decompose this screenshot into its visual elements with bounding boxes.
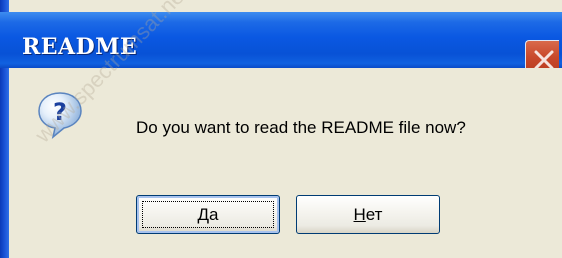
yes-button-label: Да <box>198 205 219 224</box>
yes-button[interactable]: Да <box>136 195 280 234</box>
title-bar[interactable]: README <box>0 12 562 78</box>
no-button-label-rest: ет <box>365 205 383 224</box>
dialog-window: README ? Do you want to read the README … <box>0 0 562 258</box>
svg-text:?: ? <box>53 98 67 126</box>
question-icon: ? <box>36 90 84 140</box>
yes-button-label-rest: а <box>209 205 219 224</box>
dialog-message: Do you want to read the README file now? <box>136 118 466 137</box>
window-title: README <box>22 34 138 60</box>
no-button-label: Нет <box>354 205 383 224</box>
dialog-body <box>9 68 562 258</box>
no-button-accelerator: Н <box>353 205 366 224</box>
yes-button-accelerator: Д <box>197 205 210 224</box>
no-button[interactable]: Нет <box>296 195 440 234</box>
